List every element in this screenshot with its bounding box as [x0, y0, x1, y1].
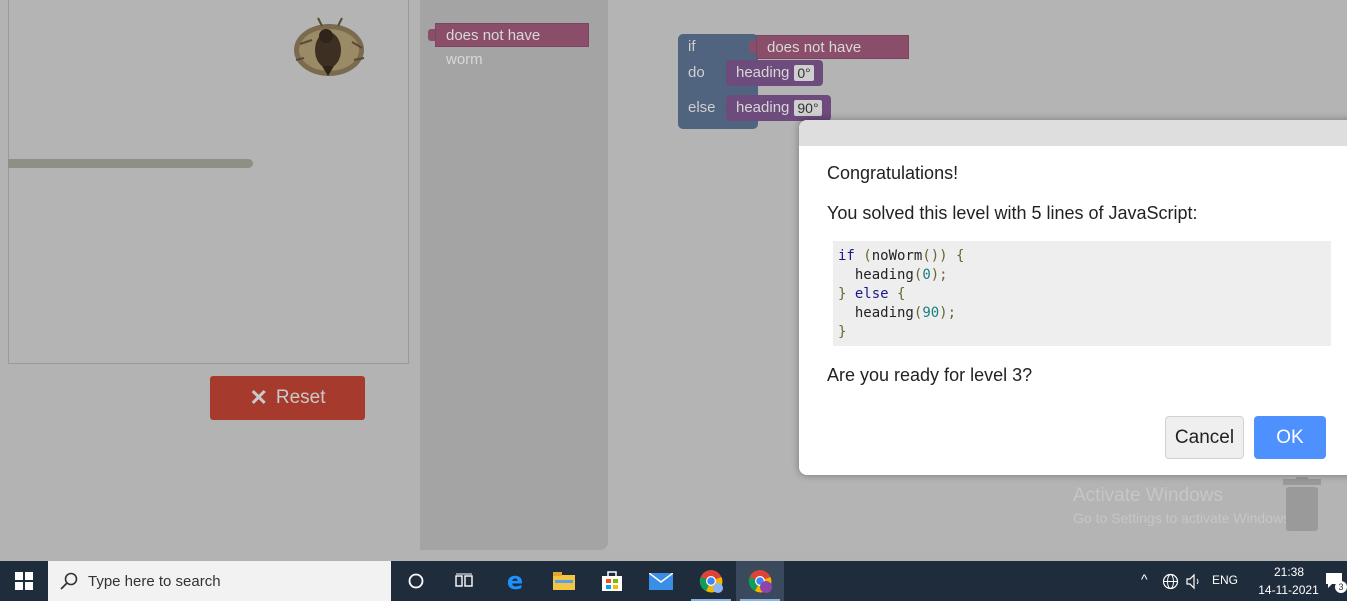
activation-watermark-title: Activate Windows [1073, 485, 1223, 506]
trash-icon[interactable] [1283, 477, 1321, 532]
task-view-icon[interactable] [440, 561, 488, 601]
notification-count-badge: 3 [1335, 581, 1347, 593]
dialog-title: Congratulations! [827, 163, 959, 183]
code-snippet: if (noWorm()) { heading(0); } else { hea… [833, 241, 1331, 346]
dialog-header [799, 120, 1347, 146]
clock-time[interactable]: 21:38 [1264, 565, 1314, 579]
search-placeholder: Type here to search [88, 572, 221, 590]
dialog-message: You solved this level with 5 lines of Ja… [827, 203, 1198, 223]
windows-taskbar: Type here to search e ^ ENG 21:38 14-11-… [0, 561, 1347, 601]
system-tray: ^ ENG 21:38 14-11-2021 3 [1138, 561, 1347, 601]
network-globe-icon[interactable] [1162, 573, 1179, 590]
maze-wall [8, 159, 253, 168]
else-label: else [688, 99, 716, 116]
microsoft-store-icon[interactable] [588, 561, 636, 601]
block-label: heading [736, 99, 790, 116]
congratulations-dialog: Congratulations! You solved this level w… [799, 120, 1347, 475]
bird-in-nest-icon [294, 17, 365, 76]
code-line-heading0: heading [854, 267, 914, 283]
cancel-button[interactable]: Cancel [1165, 416, 1244, 459]
speaker-icon[interactable] [1185, 573, 1203, 590]
heading-value-field[interactable]: 90° [794, 100, 822, 116]
chevron-up-icon[interactable]: ^ [1141, 571, 1148, 587]
edge-browser-icon[interactable]: e [491, 561, 539, 601]
if-label: if [688, 38, 696, 55]
language-indicator[interactable]: ENG [1212, 573, 1238, 587]
file-explorer-icon[interactable] [540, 561, 588, 601]
code-line-heading90: heading [854, 305, 914, 321]
condition-block-no-worm[interactable]: does not have worm [756, 35, 909, 80]
toolbox-flyout[interactable] [420, 0, 608, 550]
activation-watermark-subtitle: Go to Settings to activate Windows. [1073, 510, 1294, 526]
block-label: heading [736, 64, 790, 81]
heading-block-else[interactable]: heading 90° [726, 95, 831, 121]
ok-button[interactable]: OK [1254, 416, 1326, 459]
heading-value-field[interactable]: 0° [794, 65, 814, 81]
cortana-icon[interactable] [392, 561, 440, 601]
do-label: do [688, 64, 705, 81]
chrome-profile-icon[interactable] [736, 561, 784, 601]
taskbar-search-box[interactable]: Type here to search [48, 561, 391, 601]
code-keyword-if: if [838, 248, 855, 264]
windows-start-icon[interactable] [0, 561, 48, 601]
heading-block-do[interactable]: heading 0° [726, 60, 823, 86]
reset-button[interactable]: ✕ Reset [210, 376, 365, 420]
clock-date[interactable]: 14-11-2021 [1246, 583, 1331, 597]
reset-label: Reset [275, 387, 326, 408]
mail-icon[interactable] [637, 561, 685, 601]
toolbox-block-no-worm[interactable]: does not have worm [435, 23, 589, 68]
code-fn-noworm: noWorm [871, 248, 923, 264]
dialog-question: Are you ready for level 3? [827, 365, 1033, 385]
chrome-icon[interactable] [687, 561, 735, 601]
close-icon: ✕ [249, 385, 268, 410]
search-icon [60, 572, 78, 590]
